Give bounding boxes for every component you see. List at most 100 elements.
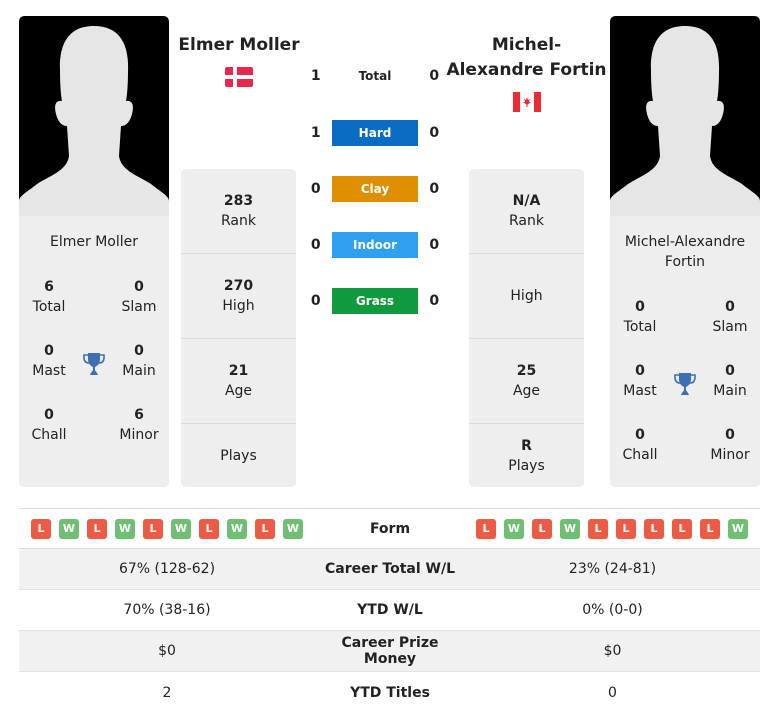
form-loss-badge[interactable]: L <box>255 518 275 539</box>
form-win-badge[interactable]: W <box>728 518 748 539</box>
player-silhouette-icon <box>610 26 760 216</box>
titles-mast: 0 Mast <box>32 343 66 379</box>
titles-main: 0 Main <box>713 363 747 399</box>
surface-clay-badge[interactable]: Clay <box>331 176 419 202</box>
form-loss-badge[interactable]: L <box>31 518 51 539</box>
form-win-badge[interactable]: W <box>59 518 79 539</box>
player1-name[interactable]: Elmer Moller <box>170 33 308 58</box>
h2h-p1-count: 0 <box>310 293 321 309</box>
titles-slam: 0 Slam <box>712 299 748 335</box>
player2-name-line1: Michel- <box>491 35 562 55</box>
table-row: 2 YTD Titles 0 <box>19 672 760 713</box>
form-loss-badge[interactable]: L <box>532 518 552 539</box>
player1-high: 270 High <box>181 254 296 339</box>
titles-total: 6 Total <box>32 279 66 315</box>
titles-total: 0 Total <box>623 299 657 335</box>
h2h-clay: 0 Clay 0 <box>300 176 450 202</box>
player2-card: Michel-Alexandre Fortin 0 Total 0 Slam 0 Ma… <box>610 16 760 487</box>
player-silhouette-icon <box>19 26 169 216</box>
player1-card-name: Elmer Moller <box>50 234 138 250</box>
form-loss-badge[interactable]: L <box>199 518 219 539</box>
player2-card-name: Michel-Alexandre Fortin <box>624 234 746 270</box>
h2h-p1-count: 0 <box>310 181 321 197</box>
form-win-badge[interactable]: W <box>115 518 135 539</box>
form-win-badge[interactable]: W <box>504 518 524 539</box>
form-label: Form <box>369 520 411 537</box>
titles-minor: 0 Minor <box>710 427 750 463</box>
h2h-p2-count: 0 <box>429 293 440 309</box>
h2h-grass: 0 Grass 0 <box>300 288 450 314</box>
player2-stat: 0 <box>608 684 617 701</box>
form-loss-badge[interactable]: L <box>644 518 664 539</box>
form-win-badge[interactable]: W <box>171 518 191 539</box>
surface-indoor-badge[interactable]: Indoor <box>331 232 419 258</box>
player1-stat: 70% (38-16) <box>123 602 211 618</box>
trophy-icon <box>83 353 105 375</box>
player1-photo <box>19 16 169 216</box>
player2-info: N/A Rank High 25 Age R Plays <box>469 169 584 487</box>
player2-stat: $0 <box>603 643 622 659</box>
player2-titles: 0 Total 0 Slam 0 Mast 0 Main 0 Chall 0 Minor <box>610 297 760 487</box>
h2h-p2-count: 0 <box>429 181 440 197</box>
h2h-p1-count: 1 <box>310 68 321 84</box>
form-win-badge[interactable]: W <box>283 518 303 539</box>
h2h-p2-count: 0 <box>429 237 440 253</box>
form-loss-badge[interactable]: L <box>476 518 496 539</box>
player2-name-line2: Alexandre Fortin <box>446 60 607 80</box>
titles-minor: 6 Minor <box>119 407 159 443</box>
titles-chall: 0 Chall <box>31 407 67 443</box>
comparison-table: LWLWLWLWLW Form LWLWLLLLLW 67% (128-62) … <box>19 508 760 713</box>
form-loss-badge[interactable]: L <box>143 518 163 539</box>
h2h-hard: 1 Hard 0 <box>300 120 450 146</box>
stat-label: YTD Titles <box>350 684 430 701</box>
h2h-p1-count: 0 <box>310 237 321 253</box>
form-loss-badge[interactable]: L <box>588 518 608 539</box>
stat-label: Career Total W/L <box>325 561 455 577</box>
player2-high: High <box>469 254 584 339</box>
player2-name[interactable]: Michel- Alexandre Fortin <box>445 33 608 83</box>
form-win-badge[interactable]: W <box>227 518 247 539</box>
table-row: 67% (128-62) Career Total W/L 23% (24-81… <box>19 549 760 590</box>
player1-stat: $0 <box>158 643 176 659</box>
form-loss-badge[interactable]: L <box>700 518 720 539</box>
denmark-flag-icon <box>225 67 253 87</box>
player1-rank: 283 Rank <box>181 169 296 254</box>
player1-titles: 6 Total 0 Slam 0 Mast 0 Main 0 Chall 6 Minor <box>19 277 169 469</box>
table-row: 70% (38-16) YTD W/L 0% (0-0) <box>19 590 760 631</box>
form-row: LWLWLWLWLW Form LWLWLLLLLW <box>19 508 760 549</box>
player1-form: LWLWLWLWLW <box>31 518 303 539</box>
stat-label: YTD W/L <box>357 602 423 618</box>
stats-rows: 67% (128-62) Career Total W/L 23% (24-81… <box>19 549 760 713</box>
player2-stat: 0% (0-0) <box>582 602 643 618</box>
surface-grass-badge[interactable]: Grass <box>331 288 419 314</box>
h2h-total: 1 Total 0 <box>300 63 450 89</box>
titles-slam: 0 Slam <box>121 279 157 315</box>
player2-photo <box>610 16 760 216</box>
player2-plays: R Plays <box>508 437 545 474</box>
titles-main: 0 Main <box>122 343 156 379</box>
h2h-p1-count: 1 <box>310 125 321 141</box>
stat-label: Career Prize Money <box>341 635 439 667</box>
titles-chall: 0 Chall <box>622 427 658 463</box>
form-win-badge[interactable]: W <box>560 518 580 539</box>
canada-flag-icon <box>513 92 541 112</box>
titles-mast: 0 Mast <box>623 363 657 399</box>
player1-plays: Plays <box>220 447 257 464</box>
form-loss-badge[interactable]: L <box>87 518 107 539</box>
player1-age: 21 Age <box>181 339 296 424</box>
form-loss-badge[interactable]: L <box>672 518 692 539</box>
surface-total-label: Total <box>358 69 392 83</box>
player2-form: LWLWLLLLLW <box>476 518 748 539</box>
player1-stat: 67% (128-62) <box>118 561 216 577</box>
trophy-icon <box>674 373 696 395</box>
player2-stat: 23% (24-81) <box>568 561 657 577</box>
player2-age: 25 Age <box>469 339 584 424</box>
surface-hard-badge[interactable]: Hard <box>331 120 419 146</box>
player1-info: 283 Rank 270 High 21 Age Plays <box>181 169 296 487</box>
table-row: $0 Career Prize Money $0 <box>19 631 760 672</box>
player1-card: Elmer Moller 6 Total 0 Slam 0 Mast 0 Main 0C… <box>19 16 169 487</box>
h2h-p2-count: 0 <box>429 125 440 141</box>
player2-rank: N/A Rank <box>469 169 584 254</box>
h2h-indoor: 0 Indoor 0 <box>300 232 450 258</box>
form-loss-badge[interactable]: L <box>616 518 636 539</box>
